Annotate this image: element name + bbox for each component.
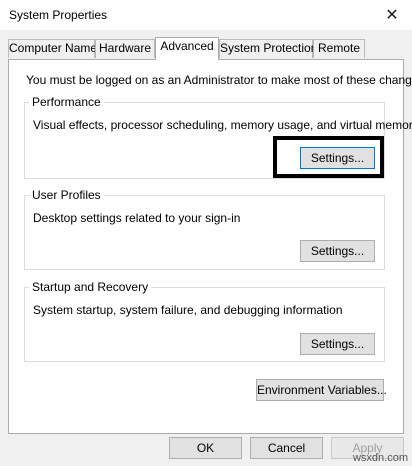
- admin-notice: You must be logged on as an Administrato…: [26, 73, 412, 87]
- performance-group-label: Performance: [29, 95, 104, 109]
- startup-recovery-group-label: Startup and Recovery: [29, 280, 152, 294]
- tab-hardware[interactable]: Hardware: [95, 39, 155, 58]
- ok-button[interactable]: OK: [169, 437, 242, 459]
- tab-remote[interactable]: Remote: [313, 39, 365, 58]
- cancel-button[interactable]: Cancel: [250, 437, 323, 459]
- watermark-text: wsxdn.com: [352, 452, 408, 464]
- user-profiles-description: Desktop settings related to your sign-in: [33, 211, 241, 225]
- performance-settings-button[interactable]: Settings...: [300, 147, 375, 169]
- window-title: System Properties: [9, 8, 108, 22]
- performance-description: Visual effects, processor scheduling, me…: [33, 118, 412, 132]
- tab-computer-name[interactable]: Computer Name: [8, 39, 97, 58]
- startup-recovery-description: System startup, system failure, and debu…: [33, 303, 343, 317]
- title-bar: System Properties ✕: [0, 0, 412, 30]
- startup-recovery-settings-button[interactable]: Settings...: [300, 333, 375, 355]
- user-profiles-group-label: User Profiles: [29, 188, 104, 202]
- user-profiles-settings-button[interactable]: Settings...: [300, 240, 375, 262]
- tab-advanced[interactable]: Advanced: [155, 37, 219, 60]
- tab-system-protection[interactable]: System Protection: [219, 39, 317, 58]
- close-icon[interactable]: ✕: [372, 0, 412, 30]
- environment-variables-button[interactable]: Environment Variables...: [256, 379, 387, 401]
